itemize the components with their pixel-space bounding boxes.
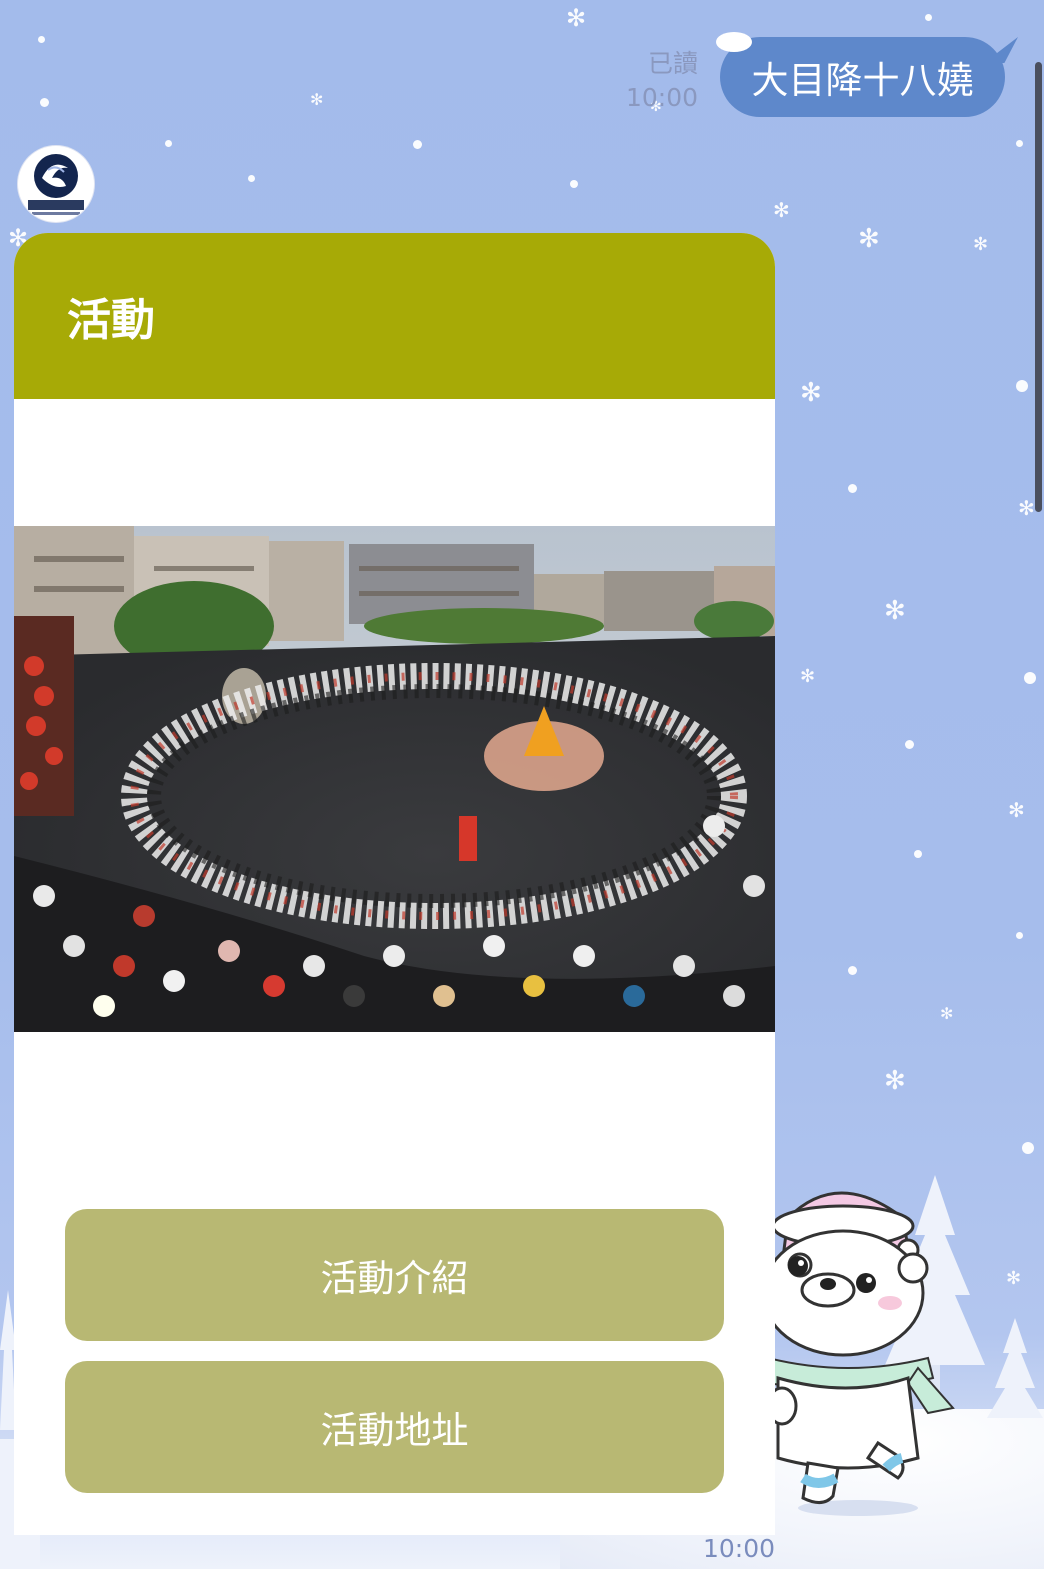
incoming-time: 10:00	[703, 1534, 776, 1563]
bubble-snow-cap	[716, 32, 752, 52]
flex-message-card: 活動 活動介紹 活動地址	[14, 233, 775, 1535]
activity-address-button[interactable]: 活動地址	[65, 1361, 724, 1493]
ministry-logo-icon	[28, 154, 84, 215]
snowy-tree-small-icon	[987, 1318, 1043, 1418]
card-header-title: 活動	[67, 295, 155, 346]
card-header: 活動	[14, 233, 775, 399]
outgoing-message-bubble[interactable]: 大目降十八嬈	[720, 37, 1005, 117]
festival-photo[interactable]	[14, 526, 775, 1032]
temple-festival-crowd-photo	[14, 526, 775, 1032]
ministry-of-culture-avatar[interactable]	[18, 146, 94, 222]
outgoing-time: 10:00	[625, 83, 698, 112]
scrollbar[interactable]	[1035, 62, 1042, 512]
activity-intro-button[interactable]: 活動介紹	[65, 1209, 724, 1341]
read-receipt: 已讀	[647, 49, 698, 78]
polar-bear-sticker	[768, 1191, 955, 1516]
outgoing-meta: 已讀 10:00	[626, 47, 698, 115]
